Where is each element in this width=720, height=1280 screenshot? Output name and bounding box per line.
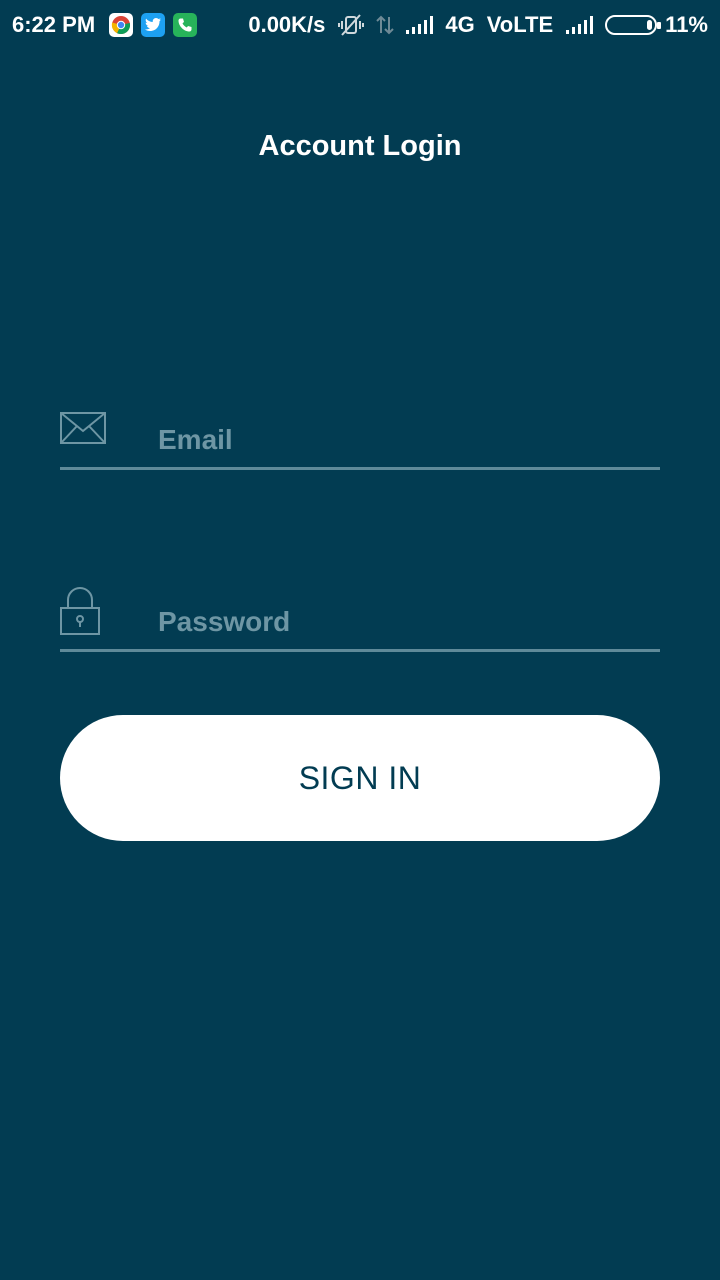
status-bar-right: 0.00K/s 4G VoLTE 11% xyxy=(248,12,708,38)
signal-icon xyxy=(565,15,595,35)
envelope-icon xyxy=(60,412,106,451)
battery-percent: 11% xyxy=(665,12,708,37)
network-speed: 0.00K/s xyxy=(248,12,326,37)
status-time: 6:22 PM xyxy=(12,12,96,37)
lock-icon xyxy=(60,586,100,641)
network-type: 4G xyxy=(445,12,475,37)
sign-in-button[interactable]: SIGN IN xyxy=(60,715,660,841)
volte-label: VoLTE xyxy=(486,12,554,37)
password-input[interactable] xyxy=(158,602,658,642)
login-screen: 6:22 PM 0.00K/s 4G VoLTE 11% Account Log… xyxy=(0,0,720,1280)
twitter-icon xyxy=(141,13,166,37)
chrome-icon xyxy=(109,13,134,37)
email-input[interactable] xyxy=(158,420,658,460)
page-title: Account Login xyxy=(258,130,462,162)
password-field xyxy=(60,587,660,652)
phone-icon xyxy=(173,13,198,37)
signal-icon xyxy=(405,15,435,35)
status-bar: 6:22 PM 0.00K/s 4G VoLTE 11% xyxy=(0,0,720,50)
status-bar-left: 6:22 PM xyxy=(12,12,205,38)
email-field xyxy=(60,410,660,470)
battery-level xyxy=(647,20,653,30)
vibrate-off-icon xyxy=(337,13,365,37)
battery-icon xyxy=(605,15,662,35)
data-arrows-icon xyxy=(375,13,395,37)
